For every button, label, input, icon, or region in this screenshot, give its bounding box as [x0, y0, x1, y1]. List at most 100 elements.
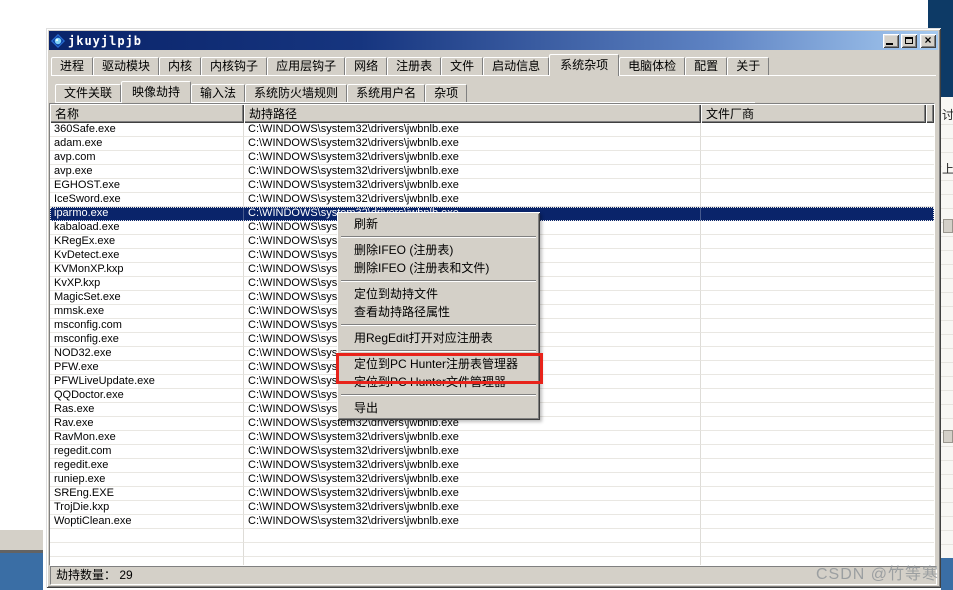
app-icon[interactable]	[51, 34, 65, 48]
menu-item-delete-ifeo-registry[interactable]: 删除IFEO (注册表)	[338, 241, 539, 259]
menu-item-refresh[interactable]: 刷新	[338, 215, 539, 233]
main-tab-bar: 进程驱动模块内核内核钩子应用层钩子网络注册表文件启动信息系统杂项电脑体检配置关于	[51, 53, 936, 76]
main-tab-2[interactable]: 驱动模块	[93, 57, 159, 75]
menu-item-export[interactable]: 导出	[338, 399, 539, 417]
table-row[interactable]: WoptiClean.exeC:\WINDOWS\system32\driver…	[50, 515, 934, 529]
desktop-blue-fragment	[0, 553, 43, 590]
table-cell	[701, 221, 934, 235]
menu-item-delete-ifeo-registry-file[interactable]: 删除IFEO (注册表和文件)	[338, 259, 539, 277]
table-row[interactable]: RavMon.exeC:\WINDOWS\system32\drivers\jw…	[50, 431, 934, 445]
main-tab-12[interactable]: 配置	[685, 57, 727, 75]
table-empty-row	[50, 557, 934, 566]
table-cell: C:\WINDOWS\system32\drivers\jwbnlb.exe	[244, 487, 701, 501]
main-tab-8[interactable]: 文件	[441, 57, 483, 75]
background-button-fragment	[943, 430, 953, 443]
sub-tab-2[interactable]: 映像劫持	[121, 81, 191, 103]
table-cell	[701, 123, 934, 137]
table-row[interactable]: avp.comC:\WINDOWS\system32\drivers\jwbnl…	[50, 151, 934, 165]
sub-tab-6[interactable]: 杂项	[425, 84, 467, 102]
watermark: CSDN @竹等寒	[816, 560, 939, 584]
table-row[interactable]: 360Safe.exeC:\WINDOWS\system32\drivers\j…	[50, 123, 934, 137]
table-cell	[701, 193, 934, 207]
table-cell: PFW.exe	[50, 361, 244, 375]
table-cell: WoptiClean.exe	[50, 515, 244, 529]
maximize-button[interactable]	[901, 34, 917, 48]
menu-separator	[341, 324, 536, 326]
table-cell: regedit.exe	[50, 459, 244, 473]
sub-tab-bar: 文件关联映像劫持输入法系统防火墙规则系统用户名杂项	[55, 81, 755, 103]
sub-tab-1[interactable]: 文件关联	[55, 84, 121, 102]
sub-tab-5[interactable]: 系统用户名	[347, 84, 425, 102]
table-cell: IceSword.exe	[50, 193, 244, 207]
main-tab-13[interactable]: 关于	[727, 57, 769, 75]
table-header: 名称 劫持路径 文件厂商	[50, 104, 934, 123]
column-header-name[interactable]: 名称	[50, 104, 244, 123]
main-tab-1[interactable]: 进程	[51, 57, 93, 75]
menu-item-view-hijack-path-properties[interactable]: 查看劫持路径属性	[338, 303, 539, 321]
annotation-red-box	[336, 353, 543, 384]
main-tab-4[interactable]: 内核钩子	[201, 57, 267, 75]
close-button[interactable]: ×	[920, 34, 936, 48]
table-cell: C:\WINDOWS\system32\drivers\jwbnlb.exe	[244, 431, 701, 445]
minimize-icon	[886, 43, 893, 45]
table-cell	[701, 403, 934, 417]
menu-item-open-with-regedit[interactable]: 用RegEdit打开对应注册表	[338, 329, 539, 347]
table-cell	[701, 179, 934, 193]
table-row[interactable]: SREng.EXEC:\WINDOWS\system32\drivers\jwb…	[50, 487, 934, 501]
sub-tab-3[interactable]: 输入法	[191, 84, 245, 102]
window-title: jkuyjlpjb	[68, 34, 880, 48]
background-text-fragment: 讨	[942, 106, 953, 123]
background-button-fragment	[943, 219, 953, 233]
table-empty-row	[50, 529, 934, 543]
main-tab-7[interactable]: 注册表	[387, 57, 441, 75]
table-row[interactable]: TrojDie.kxpC:\WINDOWS\system32\drivers\j…	[50, 501, 934, 515]
table-row[interactable]: EGHOST.exeC:\WINDOWS\system32\drivers\jw…	[50, 179, 934, 193]
main-tab-3[interactable]: 内核	[159, 57, 201, 75]
menu-separator	[341, 350, 536, 352]
table-cell: RavMon.exe	[50, 431, 244, 445]
table-cell	[701, 249, 934, 263]
table-cell: KRegEx.exe	[50, 235, 244, 249]
table-row[interactable]: runiep.exeC:\WINDOWS\system32\drivers\jw…	[50, 473, 934, 487]
table-cell: C:\WINDOWS\system32\drivers\jwbnlb.exe	[244, 151, 701, 165]
table-cell: Rav.exe	[50, 417, 244, 431]
close-icon: ×	[924, 35, 931, 45]
main-tab-6[interactable]: 网络	[345, 57, 387, 75]
table-cell: 360Safe.exe	[50, 123, 244, 137]
titlebar: jkuyjlpjb ×	[49, 31, 938, 50]
table-cell	[701, 473, 934, 487]
minimize-button[interactable]	[883, 34, 899, 48]
table-row[interactable]: adam.exeC:\WINDOWS\system32\drivers\jwbn…	[50, 137, 934, 151]
column-header-file-vendor[interactable]: 文件厂商	[701, 104, 926, 123]
table-cell: kabaload.exe	[50, 221, 244, 235]
table-cell: KVMonXP.kxp	[50, 263, 244, 277]
table-cell: C:\WINDOWS\system32\drivers\jwbnlb.exe	[244, 193, 701, 207]
table-cell	[701, 445, 934, 459]
table-row[interactable]: IceSword.exeC:\WINDOWS\system32\drivers\…	[50, 193, 934, 207]
table-cell	[701, 487, 934, 501]
main-tab-5[interactable]: 应用层钩子	[267, 57, 345, 75]
column-header-hijack-path[interactable]: 劫持路径	[244, 104, 701, 123]
table-row[interactable]: regedit.exeC:\WINDOWS\system32\drivers\j…	[50, 459, 934, 473]
table-cell	[701, 501, 934, 515]
main-tab-9[interactable]: 启动信息	[483, 57, 549, 75]
table-cell	[701, 137, 934, 151]
table-cell: msconfig.com	[50, 319, 244, 333]
table-empty-row	[50, 543, 934, 557]
table-row[interactable]: regedit.comC:\WINDOWS\system32\drivers\j…	[50, 445, 934, 459]
menu-item-locate-hijack-file[interactable]: 定位到劫持文件	[338, 285, 539, 303]
table-cell: C:\WINDOWS\system32\drivers\jwbnlb.exe	[244, 123, 701, 137]
main-tab-11[interactable]: 电脑体检	[619, 57, 685, 75]
table-cell	[701, 347, 934, 361]
table-cell: MagicSet.exe	[50, 291, 244, 305]
main-tab-10[interactable]: 系统杂项	[549, 54, 619, 76]
table-cell	[50, 557, 244, 566]
maximize-icon	[905, 37, 913, 44]
table-cell	[701, 515, 934, 529]
table-cell	[701, 333, 934, 347]
table-row[interactable]: avp.exeC:\WINDOWS\system32\drivers\jwbnl…	[50, 165, 934, 179]
table-cell: C:\WINDOWS\system32\drivers\jwbnlb.exe	[244, 165, 701, 179]
sub-tab-4[interactable]: 系统防火墙规则	[245, 84, 347, 102]
table-cell	[701, 389, 934, 403]
table-cell	[701, 165, 934, 179]
